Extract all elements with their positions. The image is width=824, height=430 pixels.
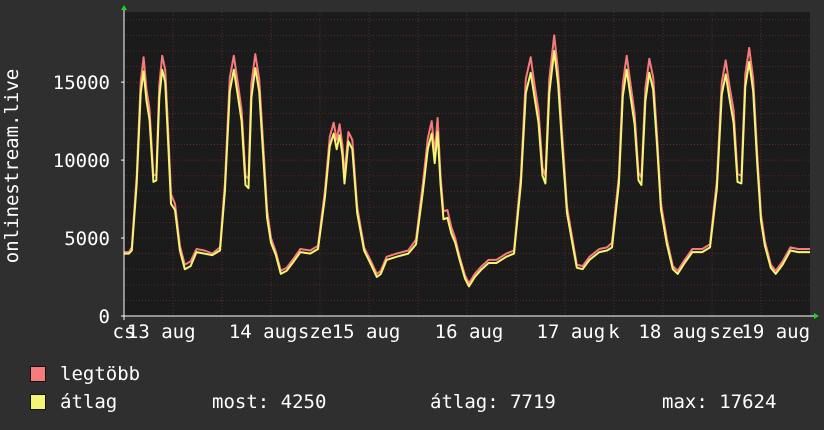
x-tick-label: 14 aug <box>229 321 298 343</box>
y-tick-label: 10000 <box>53 150 110 172</box>
x-tick-label: 18 aug <box>638 321 707 343</box>
legend-label-max: legtöbb <box>60 363 141 385</box>
y-axis-arrow <box>121 5 127 10</box>
x-tick-label: 16 aug <box>435 321 504 343</box>
y-tick-label: 15000 <box>53 72 110 94</box>
legend-label-avg: átlag <box>60 391 118 413</box>
x-tick-label: 17 aug <box>537 321 606 343</box>
stat-now: most: 4250 <box>212 391 327 413</box>
x-tick-label: k <box>608 321 620 343</box>
y-tick-label: 0 <box>99 306 110 328</box>
line-chart: 050001000015000cs13 aug 14 aug sze 15 aug 16… <box>1 5 819 343</box>
x-tick-label: 19 aug <box>741 321 810 343</box>
y-tick-label: 5000 <box>64 228 110 250</box>
x-tick-label: sze <box>298 321 332 343</box>
x-tick-label: sze <box>710 321 744 343</box>
y-axis-label: onlinestream.live <box>1 69 23 263</box>
legend-swatch-avg <box>30 394 46 410</box>
x-tick-label: 13 aug <box>127 321 196 343</box>
stat-max: max: 17624 <box>662 391 777 413</box>
x-axis-arrow <box>814 313 819 319</box>
stat-average: átlag: 7719 <box>430 391 556 413</box>
x-tick-label: 15 aug <box>332 321 401 343</box>
legend-swatch-max <box>30 366 46 382</box>
